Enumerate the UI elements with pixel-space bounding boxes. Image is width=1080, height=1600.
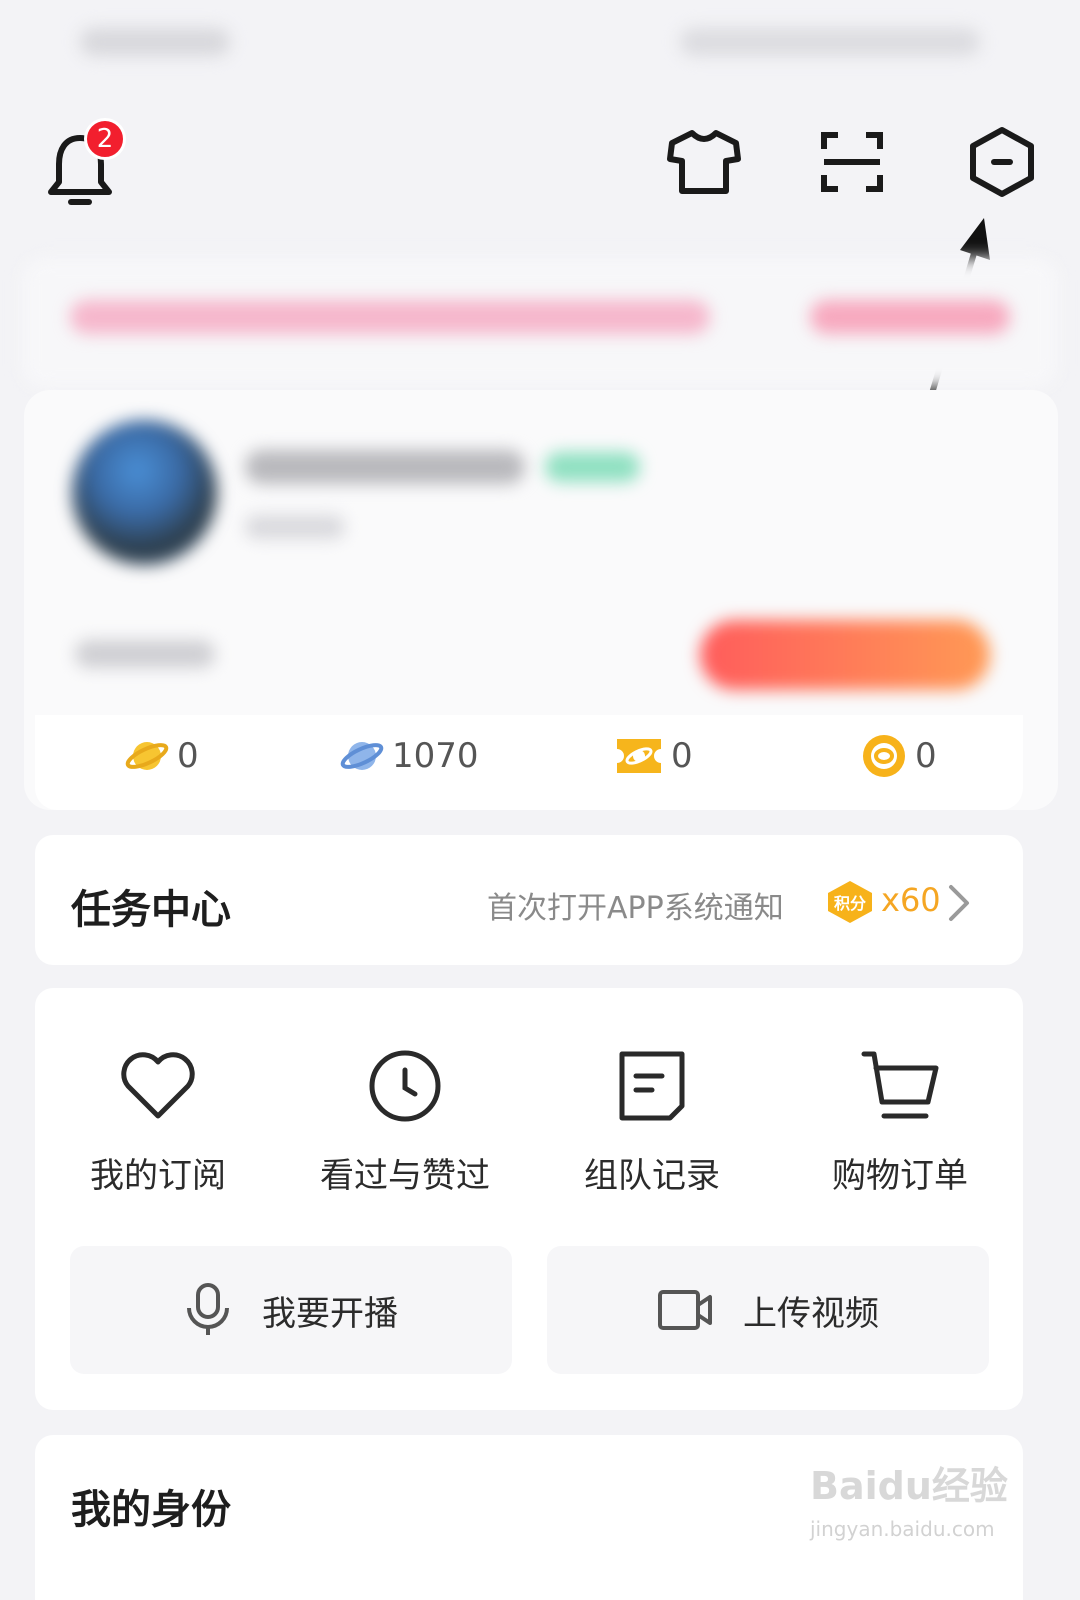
stat-value: 0 [915,736,937,776]
banner-text-blurred [70,300,710,334]
stat-value: 0 [671,736,693,776]
menu-item-history[interactable]: 看过与赞过 [290,1046,520,1196]
menu-item-label: 购物订单 [832,1156,968,1196]
chevron-right-icon [949,885,969,921]
cart-icon [861,1051,939,1119]
stat-coin[interactable]: 0 [861,735,937,777]
stat-planet-ticket[interactable]: 0 [615,735,693,777]
heart-icon [121,1052,195,1119]
stat-value: 1070 [392,736,479,776]
points-badge-label: 积分 [834,894,866,913]
task-center-title: 任务中心 [71,887,231,933]
points-value: x60 [881,881,941,919]
profile-subtext-blurred [75,640,215,668]
upload-video-label: 上传视频 [743,1293,879,1334]
profile-cta-button[interactable] [700,620,990,690]
level-tag-blurred [545,452,640,482]
menu-item-label: 看过与赞过 [320,1156,490,1196]
coin-eye-icon [863,735,905,777]
top-toolbar [0,110,1080,220]
dress-up-button[interactable] [664,122,744,202]
menu-item-label: 我的订阅 [90,1156,226,1196]
points-badge-icon: 积分 [828,881,872,923]
clock-icon [369,1050,441,1122]
baidu-watermark: Baidu经验 jingyan.baidu.com [810,1455,1010,1545]
banner-link-blurred [810,300,1010,334]
stat-value: 0 [177,736,199,776]
menu-item-orders[interactable]: 购物订单 [785,1046,1015,1196]
upload-video-button[interactable]: 上传视频 [547,1246,989,1374]
settings-button[interactable] [962,122,1042,202]
task-center-card[interactable]: 任务中心 首次打开APP系统通知 积分 x60 [35,835,1023,965]
stat-blue-planet[interactable]: 1070 [340,735,479,777]
notification-badge: 2 [84,118,126,160]
stat-gold-planet[interactable]: 0 [125,735,199,777]
gold-planet-icon [125,742,169,770]
microphone-icon [187,1283,229,1335]
watermark-brand: Baidu经验 [810,1464,1008,1508]
username-blurred [245,450,525,484]
blue-planet-icon [340,742,384,770]
scan-button[interactable] [812,122,892,202]
status-bar [0,0,1080,90]
planet-ticket-icon [617,739,661,773]
stats-row: 0 1070 0 0 [35,715,1023,810]
scan-icon [821,132,883,192]
task-description: 首次打开APP系统通知 [487,891,784,926]
go-live-label: 我要开播 [262,1293,398,1334]
avatar[interactable] [72,420,217,565]
menu-item-label: 组队记录 [584,1156,720,1196]
video-camera-icon [658,1290,712,1330]
watermark-url: jingyan.baidu.com [810,1517,995,1541]
note-icon [619,1051,685,1121]
status-indicators [680,28,980,56]
identity-title: 我的身份 [71,1487,231,1533]
menu-item-subscriptions[interactable]: 我的订阅 [43,1046,273,1196]
go-live-button[interactable]: 我要开播 [70,1246,512,1374]
status-time [80,28,230,56]
menu-card: 我的订阅 看过与赞过 组队记录 购物订单 我要开播 上传视频 [35,988,1023,1410]
user-id-blurred [245,515,345,539]
tshirt-icon [667,130,741,194]
settings-hexagon-icon [970,127,1034,197]
menu-item-team-records[interactable]: 组队记录 [537,1046,767,1196]
